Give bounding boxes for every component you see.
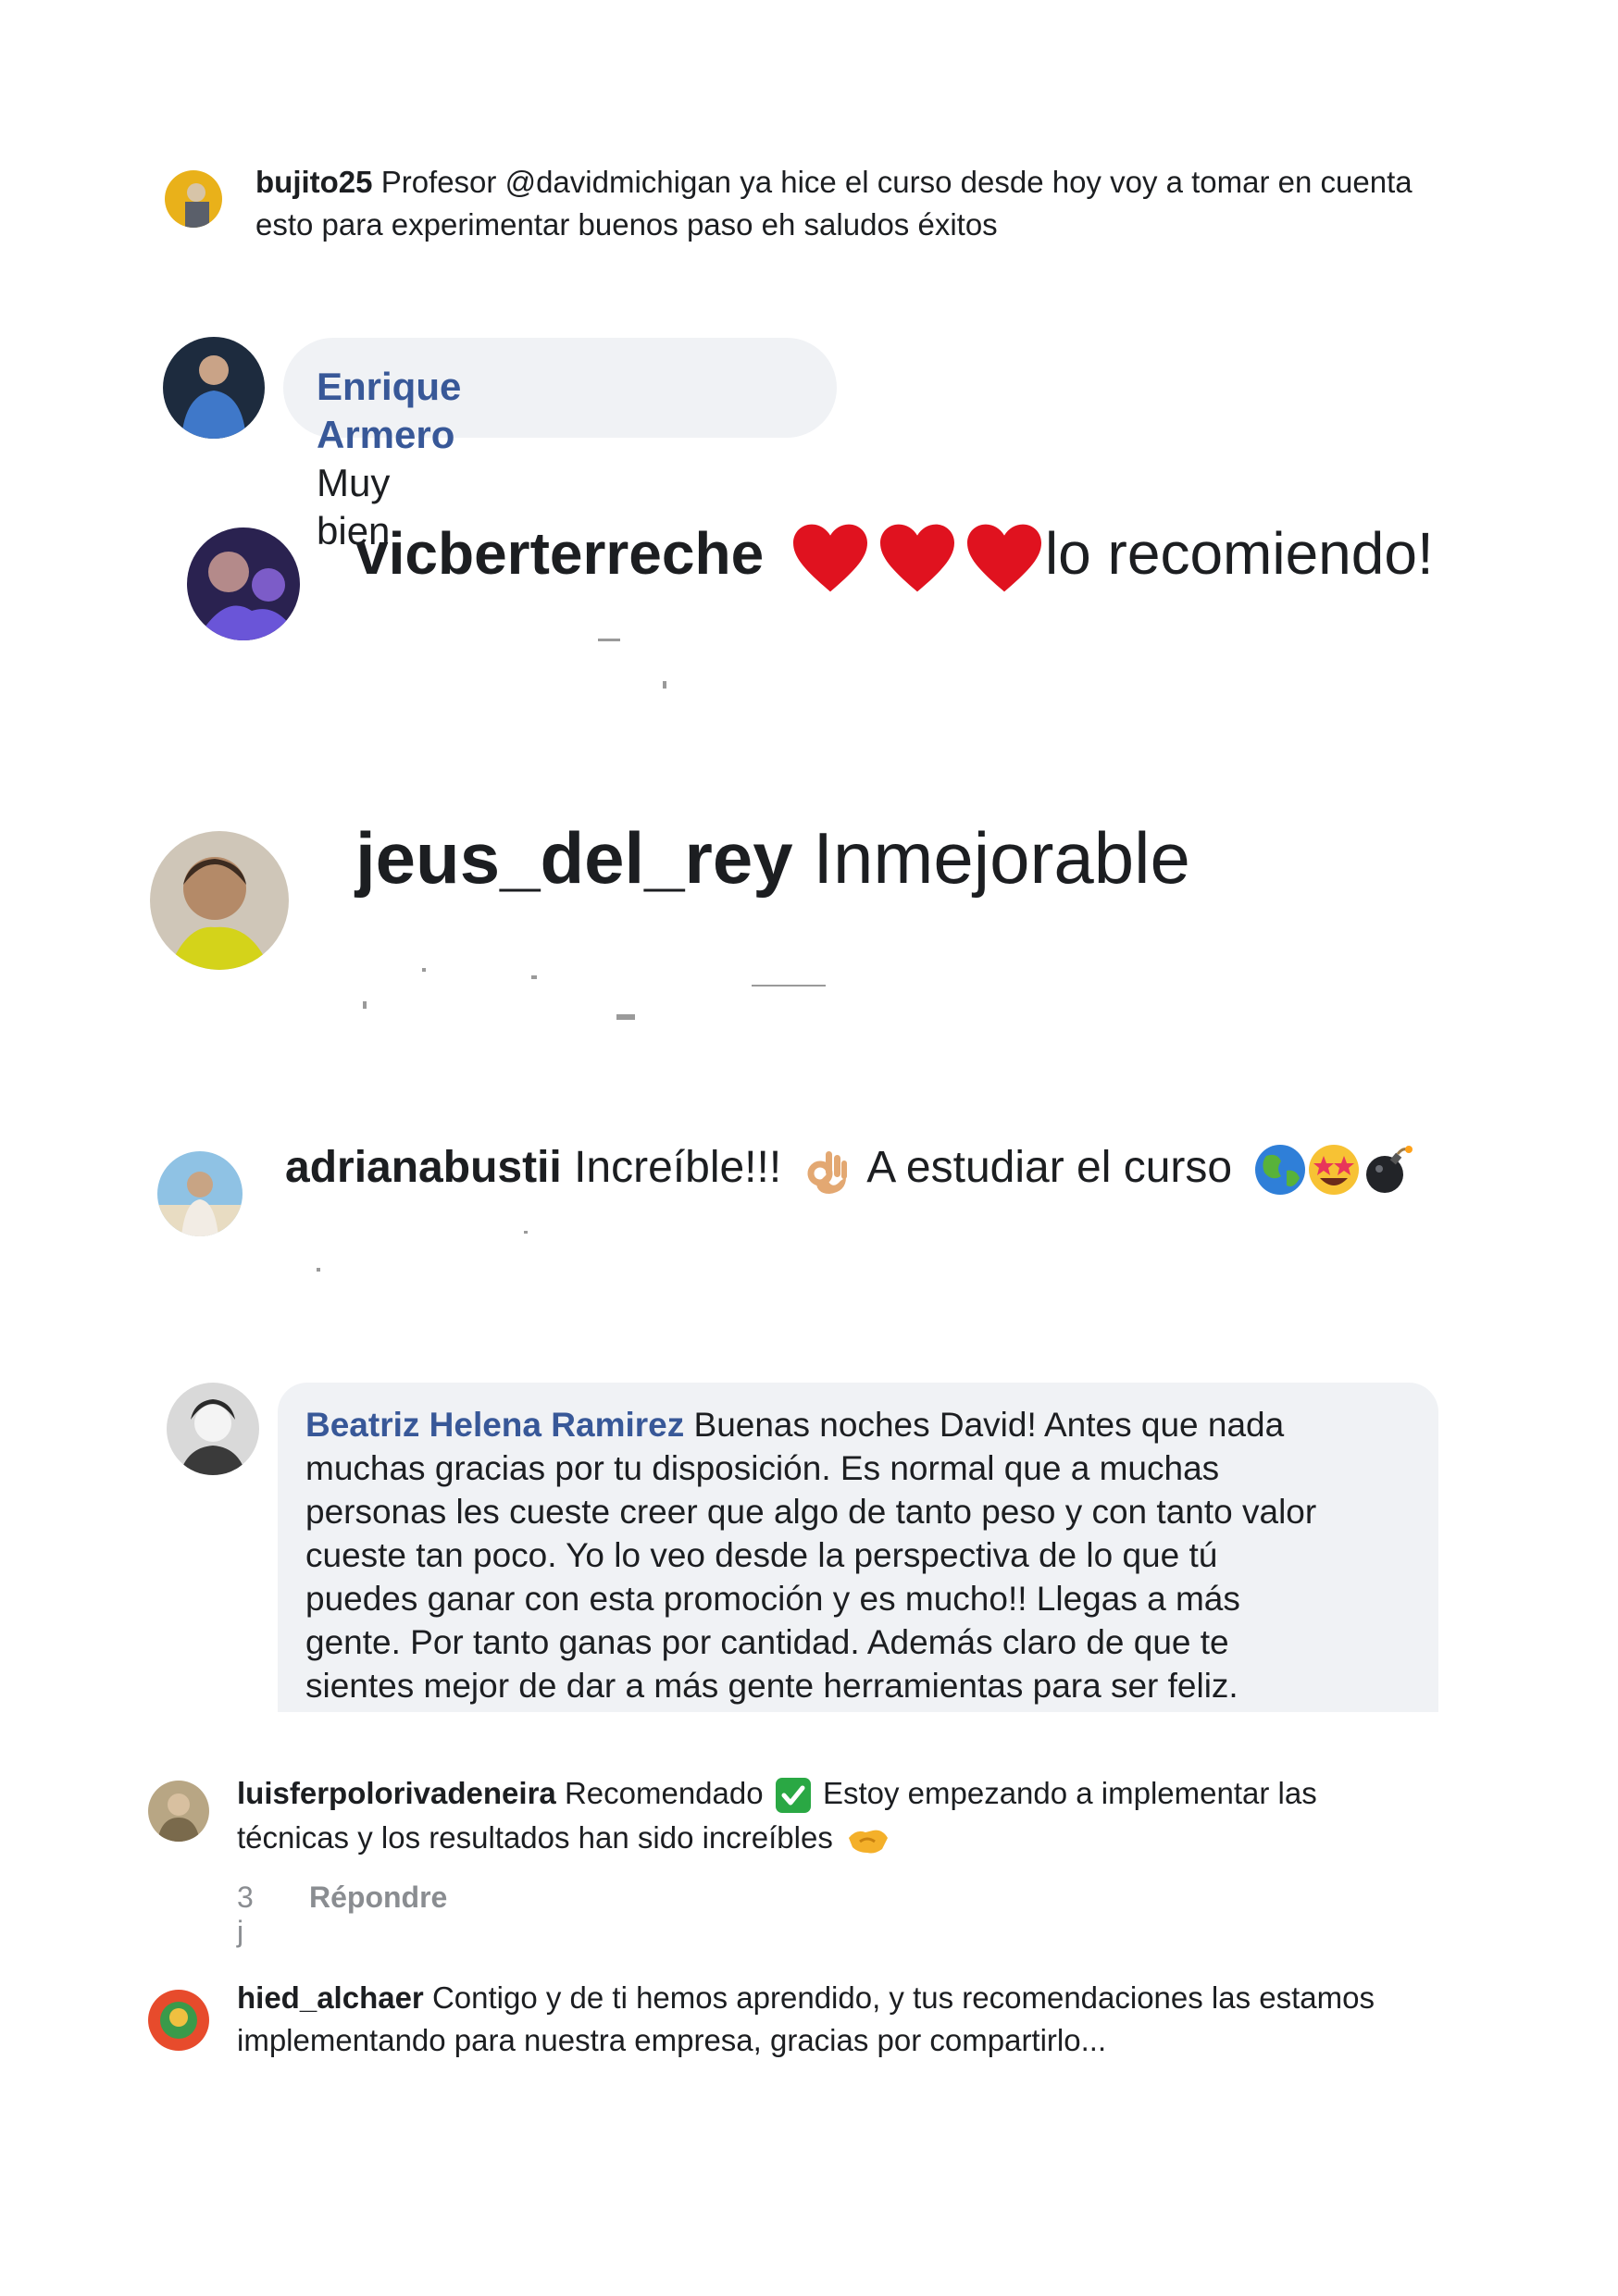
- user-avatar-icon: [165, 170, 222, 228]
- comment-line: puedes ganar con esta promoción y es muc…: [305, 1580, 1240, 1618]
- scan-artifact: [524, 1231, 528, 1234]
- user-avatar-icon: [148, 1990, 209, 2051]
- avatar[interactable]: [187, 527, 300, 640]
- scan-artifact: [663, 681, 666, 689]
- comment-text: Profesor @davidmichigan ya hice el curso…: [380, 165, 1413, 199]
- heart-icon: [877, 521, 958, 595]
- scan-artifact: [598, 639, 620, 641]
- comment-line: muchas gracias por tu disposición. Es no…: [305, 1449, 1220, 1487]
- comment-text-continued: Estoy empezando a implementar las: [822, 1776, 1317, 1810]
- user-avatar-icon: [167, 1383, 259, 1475]
- heart-icon: [790, 521, 871, 595]
- comment-username[interactable]: vicberterreche: [355, 520, 764, 587]
- star-struck-icon: [1307, 1143, 1361, 1197]
- avatar[interactable]: [148, 1990, 209, 2051]
- comment-text: Inmejorable: [813, 817, 1190, 899]
- avatar[interactable]: [157, 1151, 243, 1236]
- avatar[interactable]: [163, 337, 265, 439]
- comment-username[interactable]: hied_alchaer: [237, 1980, 424, 2015]
- user-avatar-icon: [187, 527, 300, 640]
- comment-text: Recomendado: [564, 1776, 764, 1810]
- comment-timestamp: 3 j: [237, 1880, 254, 1948]
- handshake-icon: [847, 1824, 890, 1855]
- scan-artifact: [422, 968, 426, 972]
- comment-text: lo recomiendo!: [1044, 520, 1434, 587]
- comment-username[interactable]: luisferpolorivadeneira: [237, 1776, 556, 1810]
- reply-link[interactable]: Répondre: [309, 1880, 447, 1915]
- check-mark-icon: [775, 1778, 811, 1814]
- comment-line: personas les cueste creer que algo de ta…: [305, 1493, 1317, 1531]
- comment-text: Contigo y de ti hemos aprendido, y tus r…: [431, 1980, 1375, 2015]
- comment-text-continued: A estudiar el curso: [866, 1143, 1233, 1192]
- scan-artifact: [752, 985, 826, 987]
- comment-username[interactable]: jeus_del_rey: [355, 817, 793, 899]
- scan-artifact: [531, 975, 537, 979]
- user-avatar-icon: [150, 831, 289, 970]
- ok-hand-icon: [800, 1144, 852, 1196]
- comment-username[interactable]: Enrique Armero: [317, 365, 461, 456]
- comment-text: Buenas noches David! Antes que nada: [693, 1406, 1285, 1444]
- bomb-icon: [1361, 1143, 1414, 1197]
- heart-icon: [964, 521, 1045, 595]
- comment-username[interactable]: bujito25: [255, 165, 373, 199]
- globe-icon: [1253, 1143, 1307, 1197]
- scan-artifact: [616, 1014, 635, 1020]
- comment-line: sientes mejor de dar a más gente herrami…: [305, 1667, 1238, 1705]
- comment-text-continued: técnicas y los resultados han sido incre…: [237, 1820, 833, 1855]
- user-avatar-icon: [163, 337, 265, 439]
- comment-text-continued: esto para experimentar buenos paso eh sa…: [255, 207, 998, 242]
- avatar[interactable]: [148, 1781, 209, 1842]
- user-avatar-icon: [148, 1781, 209, 1842]
- comment-username[interactable]: Beatriz Helena Ramirez: [305, 1406, 684, 1444]
- comment-line: cueste tan poco. Yo lo veo desde la pers…: [305, 1536, 1218, 1574]
- scan-artifact: [363, 1001, 367, 1009]
- avatar[interactable]: [167, 1383, 259, 1475]
- avatar[interactable]: [165, 170, 222, 228]
- comment-text-continued: implementando para nuestra empresa, grac…: [237, 2023, 1107, 2057]
- comment-username[interactable]: adrianabustii: [285, 1143, 562, 1192]
- user-avatar-icon: [157, 1151, 243, 1236]
- comment-line: gente. Por tanto ganas por cantidad. Ade…: [305, 1623, 1229, 1661]
- scan-artifact: [317, 1268, 320, 1272]
- comment-text: Increíble!!!: [574, 1143, 782, 1192]
- avatar[interactable]: [150, 831, 289, 970]
